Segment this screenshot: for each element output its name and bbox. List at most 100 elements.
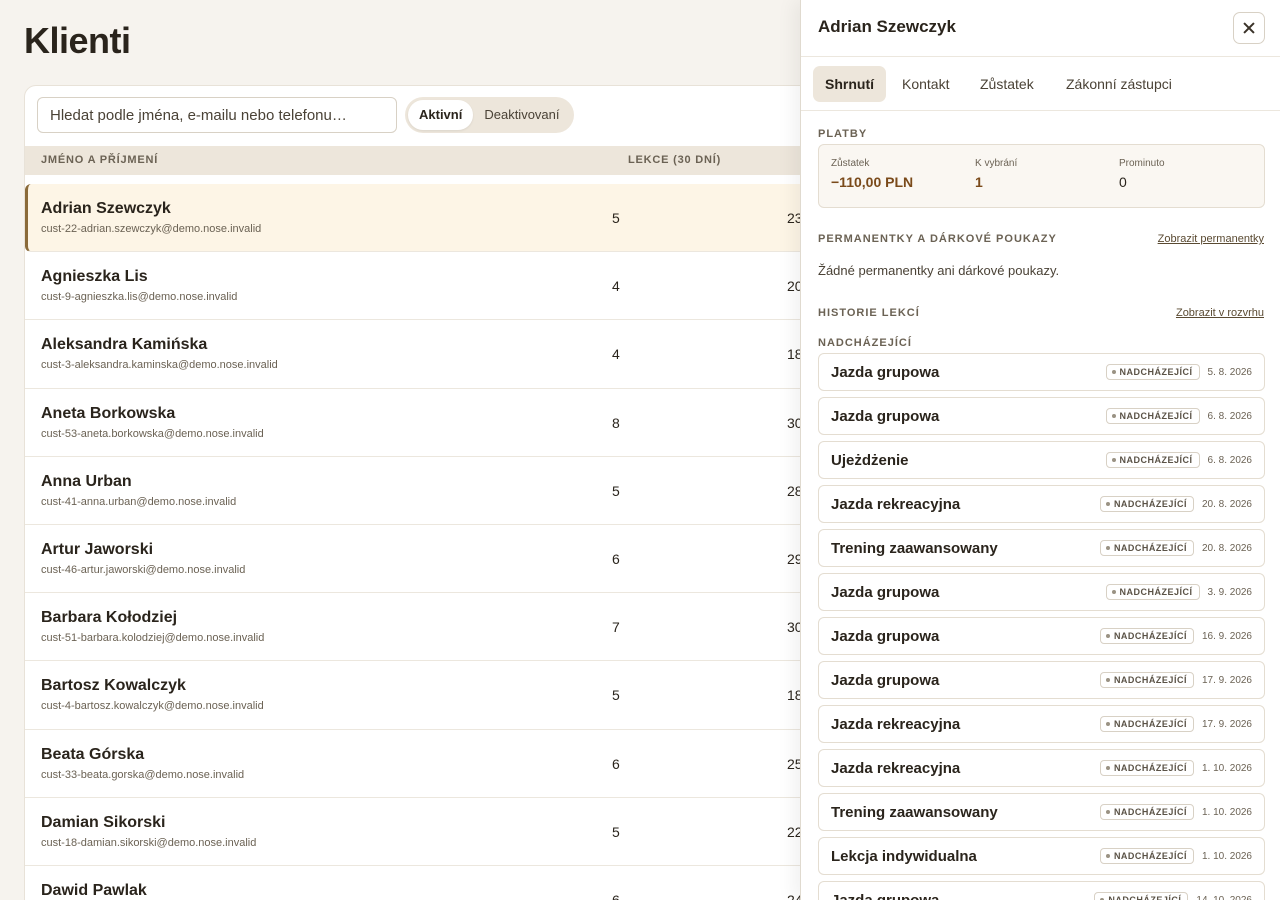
payments-summary: Zůstatek −110,00 PLN K vybrání 1 Prominu… (818, 144, 1265, 208)
status-dot-icon (1111, 458, 1116, 462)
filter-inactive-button[interactable]: Deaktivovaní (473, 100, 570, 130)
client-name: Artur Jaworski (41, 540, 154, 558)
table-row[interactable]: Damian Sikorski cust-18-damian.sikorski@d… (25, 798, 813, 866)
tab-balance[interactable]: Zůstatek (968, 66, 1046, 102)
lesson-date: 20. 8. 2026 (1201, 498, 1252, 510)
status-badge-text: NADCHÁZEJÍCÍ (1119, 587, 1193, 597)
client-name: Aneta Borkowska (41, 404, 176, 422)
status-badge: NADCHÁZEJÍCÍ (1099, 628, 1194, 644)
client-name: Dawid Pawlak (41, 881, 147, 899)
client-name: Bartosz Kowalczyk (41, 677, 186, 695)
table-row[interactable]: Aneta Borkowska cust-53-aneta.borkowska@d… (25, 389, 813, 457)
balance-stat: Zůstatek −110,00 PLN (831, 158, 913, 190)
filter-active-button[interactable]: Aktivní (408, 100, 474, 130)
status-badge: NADCHÁZEJÍCÍ (1105, 452, 1200, 468)
passes-section-label: PERMANENTKY A DÁRKOVÉ POUKAZY (818, 233, 1057, 245)
lesson-meta: NADCHÁZEJÍCÍ 17. 9. 2026 (1099, 672, 1252, 688)
lesson-item[interactable]: Jazda grupowa NADCHÁZEJÍCÍ 3. 9. 2026 (818, 573, 1265, 611)
lesson-title: Jazda rekreacyjna (831, 760, 961, 777)
lesson-title: Trening zaawansowany (831, 804, 998, 821)
client-email: cust-18-damian.sikorski@demo.nose.invali… (41, 836, 257, 849)
status-dot-icon (1111, 590, 1116, 594)
payments-section-label: PLATBY (818, 128, 868, 140)
pickup-stat: K vybrání 1 (975, 158, 1017, 190)
lesson-item[interactable]: Trening zaawansowany NADCHÁZEJÍCÍ 20. 8. 2… (818, 529, 1265, 567)
tab-summary[interactable]: Shrnutí (813, 66, 886, 102)
search-input[interactable] (37, 97, 397, 133)
client-lessons-count: 8 (612, 414, 620, 431)
column-header-lessons[interactable]: LEKCE (30 DNÍ) (628, 154, 721, 166)
table-header: JMÉNO A PŘÍJMENÍ LEKCE (30 DNÍ) (25, 146, 813, 175)
balance-value: −110,00 PLN (831, 174, 914, 190)
tab-contact[interactable]: Kontakt (890, 66, 961, 102)
status-badge-text: NADCHÁZEJÍCÍ (1108, 895, 1182, 900)
lesson-date: 17. 9. 2026 (1201, 674, 1252, 686)
client-email: cust-22-adrian.szewczyk@demo.nose.invali… (41, 223, 262, 235)
status-dot-icon (1105, 722, 1110, 726)
lesson-date: 14. 10. 2026 (1196, 894, 1252, 900)
lesson-item[interactable]: Jazda rekreacyjna NADCHÁZEJÍCÍ 1. 10. 2026 (818, 749, 1265, 787)
lesson-item[interactable]: Jazda grupowa NADCHÁZEJÍCÍ 5. 8. 2026 (818, 353, 1265, 391)
tab-legal-guardians[interactable]: Zákonní zástupci (1054, 66, 1184, 102)
client-lessons-count: 6 (612, 891, 620, 900)
status-badge: NADCHÁZEJÍCÍ (1099, 760, 1194, 776)
view-passes-link[interactable]: Zobrazit permanentky (1158, 233, 1264, 245)
lesson-date: 1. 10. 2026 (1201, 806, 1252, 818)
client-lessons-count: 5 (612, 823, 620, 840)
lesson-meta: NADCHÁZEJÍCÍ 5. 8. 2026 (1105, 364, 1252, 380)
table-row[interactable]: Agnieszka Lis cust-9-agnieszka.lis@demo.n… (25, 252, 813, 321)
table-row[interactable]: Anna Urban cust-41-anna.urban@demo.nose.i… (25, 457, 813, 525)
client-email: cust-41-anna.urban@demo.nose.invalid (41, 495, 237, 508)
client-email: cust-3-aleksandra.kaminska@demo.nose.inv… (41, 359, 278, 372)
status-badge: NADCHÁZEJÍCÍ (1099, 716, 1194, 732)
status-dot-icon (1105, 678, 1110, 682)
table-row[interactable]: Aleksandra Kamińska cust-3-aleksandra.kam… (25, 320, 813, 389)
client-lessons-count: 5 (612, 210, 620, 226)
upcoming-group-label: NADCHÁZEJÍCÍ (818, 337, 912, 349)
client-email: cust-9-agnieszka.lis@demo.nose.invalid (41, 291, 238, 304)
lesson-meta: NADCHÁZEJÍCÍ 16. 9. 2026 (1099, 628, 1252, 644)
pickup-label: K vybrání (975, 158, 1018, 169)
lesson-item[interactable]: Jazda grupowa NADCHÁZEJÍCÍ 16. 9. 2026 (818, 617, 1265, 655)
status-badge: NADCHÁZEJÍCÍ (1099, 496, 1194, 512)
client-lessons-count: 4 (612, 278, 620, 295)
table-row[interactable]: Artur Jaworski cust-46-artur.jaworski@dem… (25, 525, 813, 594)
status-badge: NADCHÁZEJÍCÍ (1099, 540, 1194, 556)
lesson-item[interactable]: Lekcja indywidualna NADCHÁZEJÍCÍ 1. 10. 20… (818, 837, 1265, 875)
view-in-schedule-link[interactable]: Zobrazit v rozvrhu (1176, 307, 1264, 319)
lesson-item[interactable]: Jazda grupowa NADCHÁZEJÍCÍ 6. 8. 2026 (818, 397, 1265, 435)
lesson-item[interactable]: Jazda rekreacyjna NADCHÁZEJÍCÍ 17. 9. 2026 (818, 705, 1265, 743)
lesson-item[interactable]: Jazda grupowa NADCHÁZEJÍCÍ 17. 9. 2026 (818, 661, 1265, 699)
lesson-title: Jazda grupowa (831, 892, 939, 900)
lesson-title: Ujeżdżenie (831, 452, 909, 469)
lesson-title: Jazda rekreacyjna (831, 496, 961, 513)
lesson-title: Jazda grupowa (831, 584, 940, 601)
status-badge-text: NADCHÁZEJÍCÍ (1119, 455, 1193, 465)
status-badge: NADCHÁZEJÍCÍ (1099, 848, 1194, 864)
table-row[interactable]: Dawid Pawlak 6 24 (25, 866, 813, 900)
status-badge-text: NADCHÁZEJÍCÍ (1113, 719, 1187, 729)
client-name: Anna Urban (41, 472, 132, 490)
table-row[interactable]: Barbara Kołodziej cust-51-barbara.kolodzi… (25, 593, 813, 662)
status-badge: NADCHÁZEJÍCÍ (1105, 364, 1200, 380)
client-lessons-count: 5 (612, 687, 620, 704)
lesson-meta: NADCHÁZEJÍCÍ 20. 8. 2026 (1099, 496, 1252, 512)
lesson-item[interactable]: Jazda grupowa NADCHÁZEJÍCÍ 14. 10. 2026 (818, 881, 1265, 900)
clients-list-card: Aktivní Deaktivovaní JMÉNO A PŘÍJMENÍ LE… (24, 85, 814, 900)
client-lessons-count: 4 (612, 346, 620, 363)
table-row[interactable]: Adrian Szewczyk cust-22-adrian.szewczyk@d… (25, 184, 813, 253)
lesson-item[interactable]: Trening zaawansowany NADCHÁZEJÍCÍ 1. 10. 2… (818, 793, 1265, 831)
lesson-meta: NADCHÁZEJÍCÍ 6. 8. 2026 (1105, 408, 1252, 424)
waived-stat: Prominuto 0 (1119, 158, 1165, 190)
close-button[interactable] (1233, 12, 1265, 44)
client-name: Damian Sikorski (41, 813, 166, 831)
column-header-name[interactable]: JMÉNO A PŘÍJMENÍ (41, 154, 158, 166)
lesson-item[interactable]: Ujeżdżenie NADCHÁZEJÍCÍ 6. 8. 2026 (818, 441, 1265, 479)
lesson-title: Trening zaawansowany (831, 540, 998, 557)
table-row[interactable]: Beata Górska cust-33-beata.gorska@demo.no… (25, 730, 813, 798)
client-lessons-count: 7 (612, 619, 620, 636)
client-name: Beata Górska (41, 745, 145, 763)
lesson-item[interactable]: Jazda rekreacyjna NADCHÁZEJÍCÍ 20. 8. 2026 (818, 485, 1265, 523)
table-row[interactable]: Bartosz Kowalczyk cust-4-bartosz.kowalczy… (25, 661, 813, 730)
status-dot-icon (1105, 810, 1110, 814)
